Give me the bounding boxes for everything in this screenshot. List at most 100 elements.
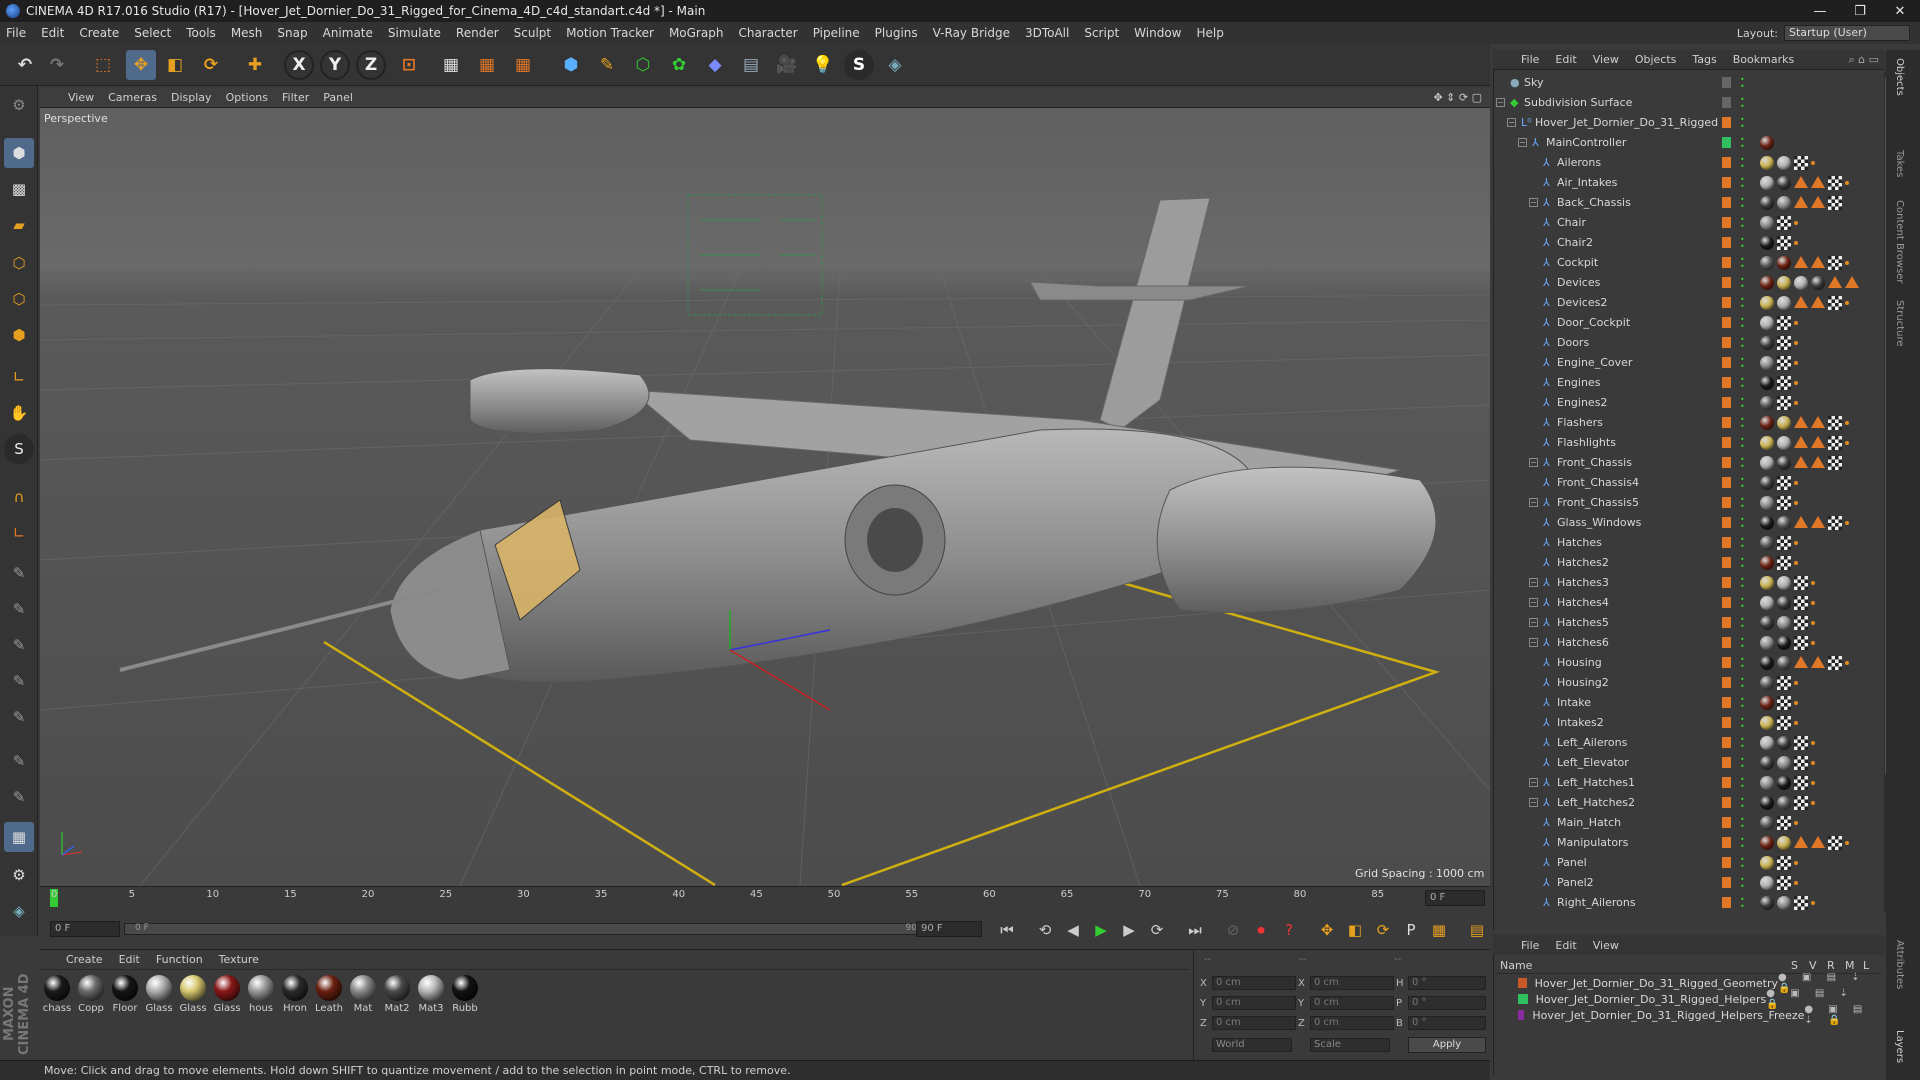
constraint-tag-icon[interactable] bbox=[1811, 436, 1825, 448]
visibility-dots-icon[interactable]: • • bbox=[1740, 76, 1745, 91]
texture-tag-icon[interactable] bbox=[1828, 176, 1842, 190]
light-icon[interactable]: 💡 bbox=[808, 50, 838, 80]
constraint-tag-icon[interactable] bbox=[1811, 256, 1825, 268]
object-row[interactable]: ● Sky • • bbox=[1496, 73, 1876, 93]
go-to-end-icon[interactable]: ⏭ bbox=[1184, 919, 1206, 941]
material-tag-icon[interactable] bbox=[1777, 596, 1791, 610]
object-row[interactable]: ⅄ Left_Elevator • • bbox=[1496, 753, 1876, 773]
object-row[interactable]: − ⅄ Front_Chassis5 • • bbox=[1496, 493, 1876, 513]
visibility-dots-icon[interactable]: • • bbox=[1740, 596, 1745, 611]
object-row[interactable]: ⅄ Right_Ailerons • • bbox=[1496, 893, 1876, 913]
ik-tag-icon[interactable] bbox=[1845, 421, 1849, 425]
ik-tag-icon[interactable] bbox=[1811, 901, 1815, 905]
object-row[interactable]: − ⅄ Hatches4 • • bbox=[1496, 593, 1876, 613]
material-swatch[interactable]: Mat3 bbox=[416, 975, 446, 1014]
ik-tag-icon[interactable] bbox=[1811, 621, 1815, 625]
constraint-tag-icon[interactable] bbox=[1794, 416, 1808, 428]
material-tag-icon[interactable] bbox=[1760, 216, 1774, 230]
material-tag-icon[interactable] bbox=[1777, 576, 1791, 590]
expand-toggle-icon[interactable]: − bbox=[1496, 98, 1505, 107]
material-swatch[interactable]: Copp bbox=[76, 975, 106, 1014]
ik-tag-icon[interactable] bbox=[1794, 481, 1798, 485]
object-row[interactable]: − ◆ Subdivision Surface • • bbox=[1496, 93, 1876, 113]
texture-tag-icon[interactable] bbox=[1777, 236, 1791, 250]
expand-toggle-icon[interactable]: − bbox=[1529, 778, 1538, 787]
object-row[interactable]: ⅄ Hatches • • bbox=[1496, 533, 1876, 553]
texture-tag-icon[interactable] bbox=[1777, 316, 1791, 330]
texture-tag-icon[interactable] bbox=[1777, 716, 1791, 730]
menu-tools[interactable]: Tools bbox=[186, 26, 216, 40]
viewport-nav-icons[interactable]: ✥ ⇕ ⟳ ▢ bbox=[1433, 91, 1482, 104]
material-tag-icon[interactable] bbox=[1760, 256, 1774, 270]
material-tag-icon[interactable] bbox=[1760, 336, 1774, 350]
python-console-icon[interactable]: ◈ bbox=[4, 896, 34, 926]
constraint-tag-icon[interactable] bbox=[1794, 436, 1808, 448]
visibility-dots-icon[interactable]: • • bbox=[1740, 176, 1745, 191]
texture-tag-icon[interactable] bbox=[1777, 216, 1791, 230]
material-tag-icon[interactable] bbox=[1777, 276, 1791, 290]
texture-tag-icon[interactable] bbox=[1794, 636, 1808, 650]
move-tool-icon[interactable]: ✥ bbox=[126, 50, 156, 80]
menu-snap[interactable]: Snap bbox=[277, 26, 307, 40]
ik-tag-icon[interactable] bbox=[1794, 881, 1798, 885]
pos-x-field[interactable]: 0 cm bbox=[1212, 976, 1296, 990]
ik-tag-icon[interactable] bbox=[1794, 501, 1798, 505]
recent-tools-icon[interactable]: ✚ bbox=[240, 50, 270, 80]
mat-menu-edit[interactable]: Edit bbox=[119, 953, 140, 966]
visibility-dots-icon[interactable]: • • bbox=[1740, 196, 1745, 211]
ik-tag-icon[interactable] bbox=[1845, 261, 1849, 265]
layer-color-swatch[interactable] bbox=[1722, 337, 1731, 348]
constraint-tag-icon[interactable] bbox=[1794, 176, 1808, 188]
material-tag-icon[interactable] bbox=[1760, 156, 1774, 170]
ik-tag-icon[interactable] bbox=[1794, 541, 1798, 545]
object-row[interactable]: − ⅄ Hatches3 • • bbox=[1496, 573, 1876, 593]
prev-frame-icon[interactable]: ◀ bbox=[1062, 919, 1084, 941]
menu-animate[interactable]: Animate bbox=[323, 26, 373, 40]
menu-sculpt[interactable]: Sculpt bbox=[514, 26, 551, 40]
object-row[interactable]: ⅄ Cockpit • • bbox=[1496, 253, 1876, 273]
material-tag-icon[interactable] bbox=[1760, 496, 1774, 510]
material-tag-icon[interactable] bbox=[1760, 516, 1774, 530]
material-tag-icon[interactable] bbox=[1760, 656, 1774, 670]
sculpt-brush-1-icon[interactable]: ✎ bbox=[4, 558, 34, 588]
coord-size-dropdown[interactable]: Scale bbox=[1310, 1038, 1390, 1052]
ik-tag-icon[interactable] bbox=[1811, 601, 1815, 605]
vp-menu-display[interactable]: Display bbox=[171, 91, 212, 104]
layer-color-swatch[interactable] bbox=[1722, 517, 1731, 528]
material-tag-icon[interactable] bbox=[1760, 596, 1774, 610]
rotate-tool-icon[interactable]: ⟳ bbox=[196, 50, 226, 80]
layer-color-swatch[interactable] bbox=[1722, 137, 1731, 148]
object-row[interactable]: ⅄ Chair • • bbox=[1496, 213, 1876, 233]
layer-color-swatch[interactable] bbox=[1722, 117, 1731, 128]
visibility-dots-icon[interactable]: • • bbox=[1740, 556, 1745, 571]
tab-takes[interactable]: Takes bbox=[1894, 150, 1905, 177]
scale-tool-icon[interactable]: ◧ bbox=[160, 50, 190, 80]
material-tag-icon[interactable] bbox=[1760, 396, 1774, 410]
constraint-tag-icon[interactable] bbox=[1794, 656, 1808, 668]
texture-tag-icon[interactable] bbox=[1828, 296, 1842, 310]
ik-tag-icon[interactable] bbox=[1845, 841, 1849, 845]
material-tag-icon[interactable] bbox=[1760, 136, 1774, 150]
mat-menu-texture[interactable]: Texture bbox=[219, 953, 259, 966]
texture-mode-icon[interactable]: ▩ bbox=[4, 174, 34, 204]
constraint-tag-icon[interactable] bbox=[1794, 196, 1808, 208]
layer-color-swatch[interactable] bbox=[1518, 1010, 1525, 1020]
layer-color-swatch[interactable] bbox=[1722, 237, 1731, 248]
om-menu-bookmarks[interactable]: Bookmarks bbox=[1733, 53, 1794, 66]
ik-tag-icon[interactable] bbox=[1811, 761, 1815, 765]
material-tag-icon[interactable] bbox=[1777, 176, 1791, 190]
layer-color-swatch[interactable] bbox=[1722, 437, 1731, 448]
material-tag-icon[interactable] bbox=[1760, 176, 1774, 190]
layer-color-swatch[interactable] bbox=[1722, 417, 1731, 428]
om-menu-edit[interactable]: Edit bbox=[1555, 53, 1576, 66]
expand-toggle-icon[interactable]: − bbox=[1529, 498, 1538, 507]
constraint-tag-icon[interactable] bbox=[1794, 256, 1808, 268]
ik-tag-icon[interactable] bbox=[1811, 741, 1815, 745]
visibility-dots-icon[interactable]: • • bbox=[1740, 776, 1745, 791]
layer-color-swatch[interactable] bbox=[1722, 477, 1731, 488]
visibility-dots-icon[interactable]: • • bbox=[1740, 336, 1745, 351]
frame-range-slider[interactable]: 0 F 90 F bbox=[124, 923, 946, 935]
lm-menu-edit[interactable]: Edit bbox=[1555, 939, 1576, 952]
layout-dropdown[interactable]: Startup (User) bbox=[1784, 25, 1910, 41]
layer-color-swatch[interactable] bbox=[1722, 297, 1731, 308]
